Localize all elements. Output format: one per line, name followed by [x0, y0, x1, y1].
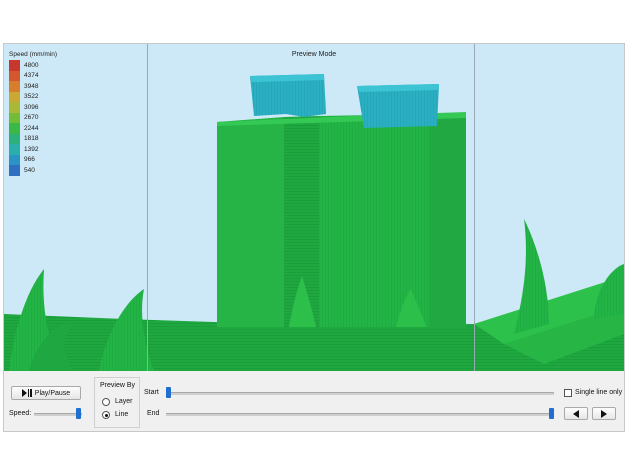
legend-item: 540 — [9, 165, 57, 176]
legend-swatch — [9, 144, 20, 155]
speed-label: Speed: — [9, 410, 32, 417]
legend-label: 2244 — [24, 124, 39, 132]
preview-by-line-label: Line — [115, 411, 129, 418]
legend-label: 4374 — [24, 72, 39, 80]
legend-label: 3948 — [24, 82, 39, 90]
preview-by-layer-label: Layer — [115, 398, 133, 405]
arrow-left-icon — [573, 409, 579, 418]
legend-item: 4800 — [9, 60, 57, 71]
legend-item: 3522 — [9, 91, 57, 102]
legend-item: 4374 — [9, 70, 57, 81]
speed-slider-handle[interactable] — [76, 408, 81, 419]
start-label: Start — [144, 389, 159, 396]
step-back-button[interactable] — [564, 407, 588, 420]
legend-item: 966 — [9, 154, 57, 165]
preview-by-line-radio[interactable] — [102, 411, 110, 419]
preview-by-title: Preview By — [100, 382, 136, 389]
model-render — [4, 74, 624, 371]
start-slider-handle[interactable] — [166, 387, 171, 398]
legend-swatch — [9, 165, 20, 176]
speed-slider-track[interactable] — [34, 413, 82, 416]
legend-swatch — [9, 123, 20, 134]
preview-by-layer-radio[interactable] — [102, 398, 110, 406]
legend-rows: 4800 4374 3948 3522 3096 2670 2244 1818 1392 966 5… — [9, 60, 57, 176]
speed-legend: Speed (mm/min) 4800 4374 3948 3522 3096 2670 2… — [9, 51, 57, 176]
legend-label: 3522 — [24, 93, 39, 101]
end-label: End — [147, 410, 160, 417]
legend-item: 3096 — [9, 102, 57, 113]
play-pause-button[interactable]: Play/Pause — [11, 386, 81, 400]
play-icon — [21, 389, 27, 397]
legend-label: 3096 — [24, 103, 39, 111]
start-slider-track[interactable] — [166, 392, 554, 395]
end-slider-handle[interactable] — [549, 408, 554, 419]
viewport-divider — [147, 44, 148, 371]
preview-by-group: Preview By Layer Line — [94, 377, 140, 428]
legend-swatch — [9, 102, 20, 113]
legend-swatch — [9, 81, 20, 92]
legend-swatch — [9, 133, 20, 144]
legend-swatch — [9, 60, 20, 71]
legend-swatch — [9, 91, 20, 102]
pause-icon — [27, 389, 30, 397]
legend-label: 966 — [24, 156, 35, 164]
viewport-divider — [474, 44, 475, 371]
legend-item: 2670 — [9, 112, 57, 123]
legend-label: 1818 — [24, 135, 39, 143]
preview-viewport[interactable]: Preview Mode Speed (mm/min) 4800 4374 3948… — [4, 44, 624, 371]
arrow-right-icon — [601, 409, 607, 418]
playback-controls: Play/Pause Speed: Preview By Layer Line … — [4, 372, 624, 431]
legend-swatch — [9, 70, 20, 81]
end-slider-track[interactable] — [166, 413, 554, 416]
legend-item: 1818 — [9, 133, 57, 144]
legend-label: 540 — [24, 166, 35, 174]
legend-item: 3948 — [9, 81, 57, 92]
legend-swatch — [9, 112, 20, 123]
legend-label: 4800 — [24, 61, 39, 69]
legend-label: 2670 — [24, 114, 39, 122]
legend-item: 2244 — [9, 123, 57, 134]
legend-label: 1392 — [24, 145, 39, 153]
play-pause-label: Play/Pause — [34, 389, 71, 397]
legend-title: Speed (mm/min) — [9, 51, 58, 58]
legend-swatch — [9, 154, 20, 165]
single-line-only-checkbox[interactable] — [564, 389, 572, 397]
step-forward-button[interactable] — [592, 407, 616, 420]
single-line-only-label: Single line only — [575, 389, 623, 396]
preview-mode-title: Preview Mode — [291, 51, 337, 58]
legend-item: 1392 — [9, 144, 57, 155]
